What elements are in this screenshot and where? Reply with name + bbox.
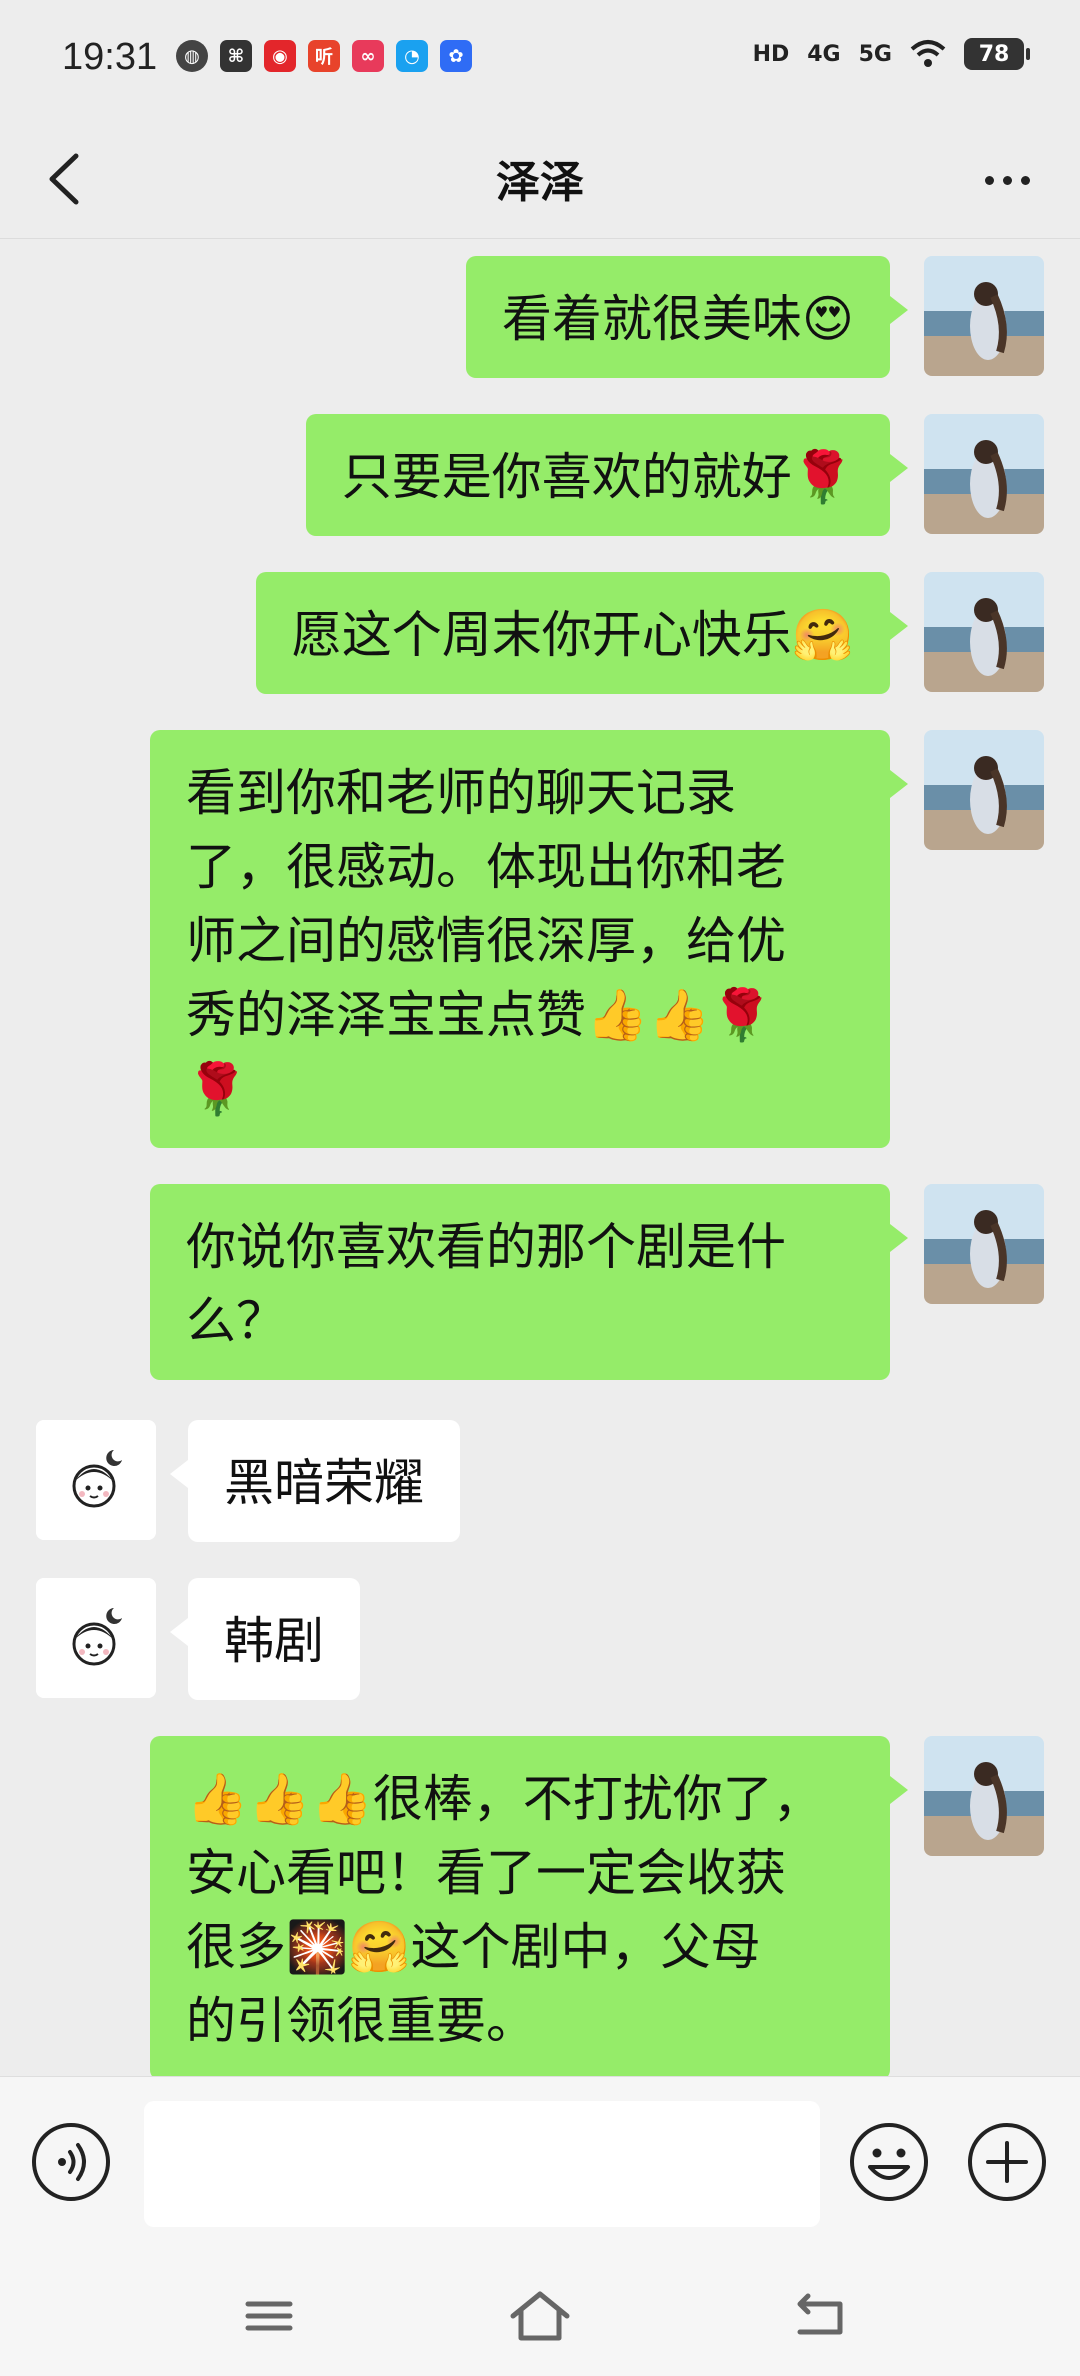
- my-message-bubble[interactable]: 看着就很美味😍: [465, 256, 909, 378]
- message-input[interactable]: [144, 2101, 820, 2227]
- battery-indicator: 78: [964, 38, 1030, 70]
- system-nav-bar: [0, 2256, 1080, 2376]
- app-icon: ⌘: [220, 40, 252, 72]
- ting-icon: 听: [308, 40, 340, 72]
- wifi-icon: [910, 40, 946, 67]
- avatar-photo: [924, 414, 1044, 534]
- my-avatar[interactable]: [924, 256, 1044, 376]
- my-avatar[interactable]: [924, 1736, 1044, 1856]
- emoji-icon: [850, 2123, 928, 2201]
- contact-avatar[interactable]: [36, 1420, 156, 1540]
- emoji-button[interactable]: [848, 2121, 930, 2203]
- back-icon: [797, 2293, 843, 2335]
- chat-app-icon: ∞: [352, 40, 384, 72]
- menu-nav-button[interactable]: [234, 2286, 304, 2346]
- my-avatar[interactable]: [924, 730, 1044, 850]
- avatar-photo: [924, 730, 1044, 850]
- chat-header: 泽泽: [0, 120, 1080, 239]
- contact-message-bubble[interactable]: 韩剧: [170, 1578, 360, 1700]
- avatar-photo: [924, 1736, 1044, 1856]
- more-icon-dot: [1002, 175, 1012, 185]
- signal-5g-label: 5G: [858, 41, 892, 67]
- avatar-photo: [924, 572, 1044, 692]
- page-title: 泽泽: [496, 157, 584, 208]
- status-time: 19:31: [62, 36, 158, 78]
- message-list[interactable]: 看着就很美味😍 只要是你喜欢的就好🌹 愿这个周末你开心快乐🤗 看到你和老师的聊天…: [0, 240, 1080, 2076]
- my-message-bubble[interactable]: 看到你和老师的聊天记录 了，很感动。体现出你和老 师之间的感情很深厚，给优 秀的…: [150, 730, 908, 1148]
- voice-icon: [32, 2123, 110, 2201]
- cartoon-girl-avatar: [36, 1578, 156, 1698]
- menu-icon: [245, 2301, 293, 2331]
- avatar-photo: [924, 1184, 1044, 1304]
- status-bar: 19:31 ◍ ⌘ ◉ 听 ∞ ◔ ✿ HD 4G 5G 78: [0, 0, 1080, 120]
- home-nav-button[interactable]: [505, 2286, 575, 2346]
- hd-label: HD: [752, 41, 790, 67]
- my-avatar[interactable]: [924, 1184, 1044, 1304]
- baidu-icon: ✿: [440, 40, 472, 72]
- avatar-photo: [924, 256, 1044, 376]
- plus-icon: [968, 2123, 1046, 2201]
- voice-button[interactable]: [30, 2121, 112, 2203]
- signal-4g-label: 4G: [807, 41, 841, 67]
- system-status: HD 4G 5G 78: [752, 38, 1030, 70]
- plus-button[interactable]: [966, 2121, 1048, 2203]
- back-nav-button[interactable]: [786, 2286, 856, 2346]
- my-avatar[interactable]: [924, 572, 1044, 692]
- notification-icons: ◍ ⌘ ◉ 听 ∞ ◔ ✿: [176, 40, 472, 72]
- contact-message-bubble[interactable]: 黑暗荣耀: [170, 1420, 460, 1542]
- my-message-bubble[interactable]: 只要是你喜欢的就好🌹: [305, 414, 909, 536]
- globe-icon: ◍: [176, 40, 208, 72]
- netease-music-icon: ◉: [264, 40, 296, 72]
- more-icon: [984, 175, 994, 185]
- contact-avatar[interactable]: [36, 1578, 156, 1698]
- cartoon-girl-avatar: [36, 1420, 156, 1540]
- my-message-bubble[interactable]: 👍👍👍很棒，不打扰你了， 安心看吧！看了一定会收获 很多🎇🤗这个剧中，父母 的引…: [150, 1736, 908, 2076]
- my-message-bubble[interactable]: 愿这个周末你开心快乐🤗: [255, 572, 909, 694]
- more-button[interactable]: [972, 160, 1042, 200]
- my-message-bubble[interactable]: 你说你喜欢看的那个剧是什 么？: [150, 1184, 908, 1380]
- qq-icon: ◔: [396, 40, 428, 72]
- input-bar: [0, 2076, 1080, 2257]
- more-icon-dot: [1020, 175, 1030, 185]
- home-icon: [510, 2291, 570, 2341]
- my-avatar[interactable]: [924, 414, 1044, 534]
